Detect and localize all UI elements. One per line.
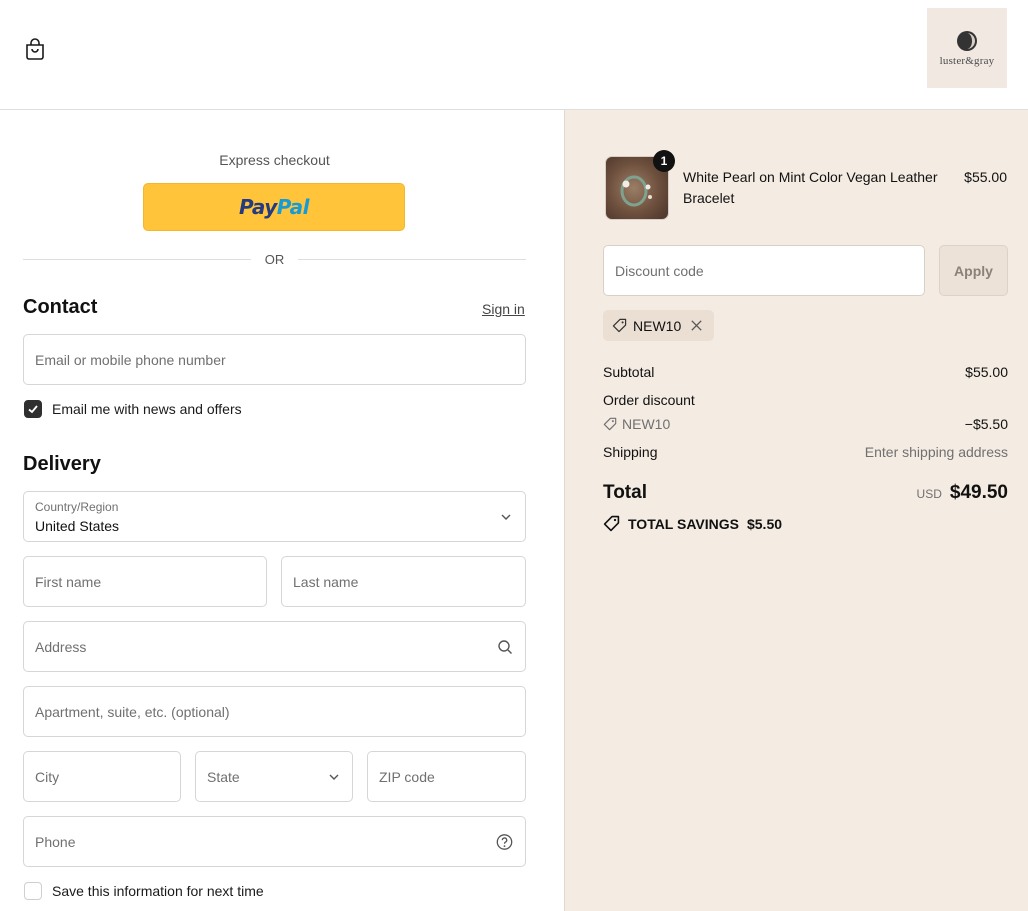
save-info-label: Save this information for next time bbox=[52, 883, 264, 899]
product-price: $55.00 bbox=[964, 169, 1007, 185]
order-summary: 1 White Pearl on Mint Color Vegan Leathe… bbox=[564, 110, 1028, 911]
quantity-badge: 1 bbox=[653, 150, 675, 172]
sign-in-link[interactable]: Sign in bbox=[482, 301, 525, 317]
city-field[interactable]: City bbox=[23, 751, 181, 802]
shipping-value: Enter shipping address bbox=[864, 444, 1008, 460]
checkmark-icon bbox=[28, 405, 38, 414]
paypal-wordmark-pay: Pay bbox=[238, 195, 277, 219]
subtotal-value: $55.00 bbox=[965, 364, 1008, 380]
apply-button[interactable]: Apply bbox=[939, 245, 1008, 296]
chevron-down-icon bbox=[329, 774, 339, 780]
city-placeholder: City bbox=[35, 768, 60, 785]
last-name-placeholder: Last name bbox=[293, 573, 359, 590]
discount-code-row: NEW10 −$5.50 bbox=[603, 416, 1008, 432]
newsletter-checkbox[interactable] bbox=[24, 400, 42, 418]
savings-label: TOTAL SAVINGS bbox=[628, 515, 739, 532]
or-label: OR bbox=[264, 251, 285, 267]
state-select[interactable]: State bbox=[195, 751, 353, 802]
shipping-label: Shipping bbox=[603, 444, 658, 460]
country-label: Country/Region bbox=[35, 500, 119, 514]
address-field[interactable]: Address bbox=[23, 621, 526, 672]
remove-discount-icon[interactable] bbox=[689, 318, 704, 333]
zip-placeholder: ZIP code bbox=[379, 768, 435, 785]
email-field[interactable]: Email or mobile phone number bbox=[23, 334, 526, 385]
subtotal-label: Subtotal bbox=[603, 364, 655, 380]
savings-value: $5.50 bbox=[746, 515, 783, 532]
apartment-field[interactable]: Apartment, suite, etc. (optional) bbox=[23, 686, 526, 737]
total-label: Total bbox=[603, 482, 647, 503]
newsletter-row[interactable]: Email me with news and offers bbox=[24, 400, 242, 418]
tag-icon bbox=[612, 318, 627, 333]
save-info-checkbox[interactable] bbox=[24, 882, 42, 900]
delivery-title: Delivery bbox=[23, 453, 101, 475]
total-value: $49.50 bbox=[949, 482, 1008, 503]
total-amount-group: USD $49.50 bbox=[917, 482, 1008, 504]
order-discount-row: Order discount bbox=[603, 392, 1008, 408]
address-placeholder: Address bbox=[35, 638, 87, 655]
total-currency: USD bbox=[916, 487, 942, 501]
zip-field[interactable]: ZIP code bbox=[367, 751, 526, 802]
discount-code-text: NEW10 bbox=[622, 416, 671, 432]
last-name-field[interactable]: Last name bbox=[281, 556, 526, 607]
logo-text: luster&gray bbox=[939, 55, 995, 67]
apartment-placeholder: Apartment, suite, etc. (optional) bbox=[35, 703, 230, 720]
applied-code: NEW10 bbox=[633, 317, 682, 334]
checkout-form: Express checkout Pay Pal OR Contact Sign … bbox=[0, 110, 564, 911]
shopping-bag-icon[interactable] bbox=[24, 37, 46, 61]
discount-value: −$5.50 bbox=[964, 416, 1008, 432]
contact-title: Contact bbox=[23, 296, 98, 318]
chevron-down-icon bbox=[501, 514, 511, 520]
or-divider: OR bbox=[23, 250, 526, 268]
first-name-field[interactable]: First name bbox=[23, 556, 267, 607]
country-value: United States bbox=[35, 518, 120, 534]
subtotal-row: Subtotal $55.00 bbox=[603, 364, 1008, 380]
store-logo[interactable]: luster&gray bbox=[927, 8, 1007, 88]
order-discount-label: Order discount bbox=[603, 392, 695, 408]
search-icon[interactable] bbox=[497, 639, 513, 655]
paypal-wordmark-pal: Pal bbox=[276, 195, 310, 219]
discount-code-input[interactable]: Discount code bbox=[603, 245, 925, 296]
product-name: White Pearl on Mint Color Vegan Leather … bbox=[683, 169, 938, 206]
country-select[interactable]: Country/Region United States bbox=[23, 491, 526, 542]
phone-placeholder: Phone bbox=[35, 833, 76, 850]
newsletter-label: Email me with news and offers bbox=[52, 401, 242, 417]
discount-placeholder: Discount code bbox=[615, 262, 704, 279]
total-savings: TOTAL SAVINGS $5.50 bbox=[603, 515, 782, 532]
save-info-row[interactable]: Save this information for next time bbox=[24, 882, 264, 900]
first-name-placeholder: First name bbox=[35, 573, 102, 590]
header: luster&gray bbox=[0, 0, 1028, 110]
savings-tag-icon bbox=[603, 515, 620, 532]
help-icon[interactable] bbox=[496, 833, 513, 850]
state-placeholder: State bbox=[207, 768, 240, 785]
phone-field[interactable]: Phone bbox=[23, 816, 526, 867]
applied-discount-chip: NEW10 bbox=[603, 310, 715, 341]
total-row: Total USD $49.50 bbox=[603, 482, 1008, 504]
email-placeholder: Email or mobile phone number bbox=[35, 351, 226, 368]
shipping-row: Shipping Enter shipping address bbox=[603, 444, 1008, 460]
tag-icon bbox=[603, 417, 617, 431]
discount-code-tag: NEW10 bbox=[603, 416, 670, 432]
express-checkout-label: Express checkout bbox=[219, 152, 330, 168]
moon-logo-icon bbox=[957, 31, 977, 51]
paypal-button[interactable]: Pay Pal bbox=[143, 183, 405, 231]
